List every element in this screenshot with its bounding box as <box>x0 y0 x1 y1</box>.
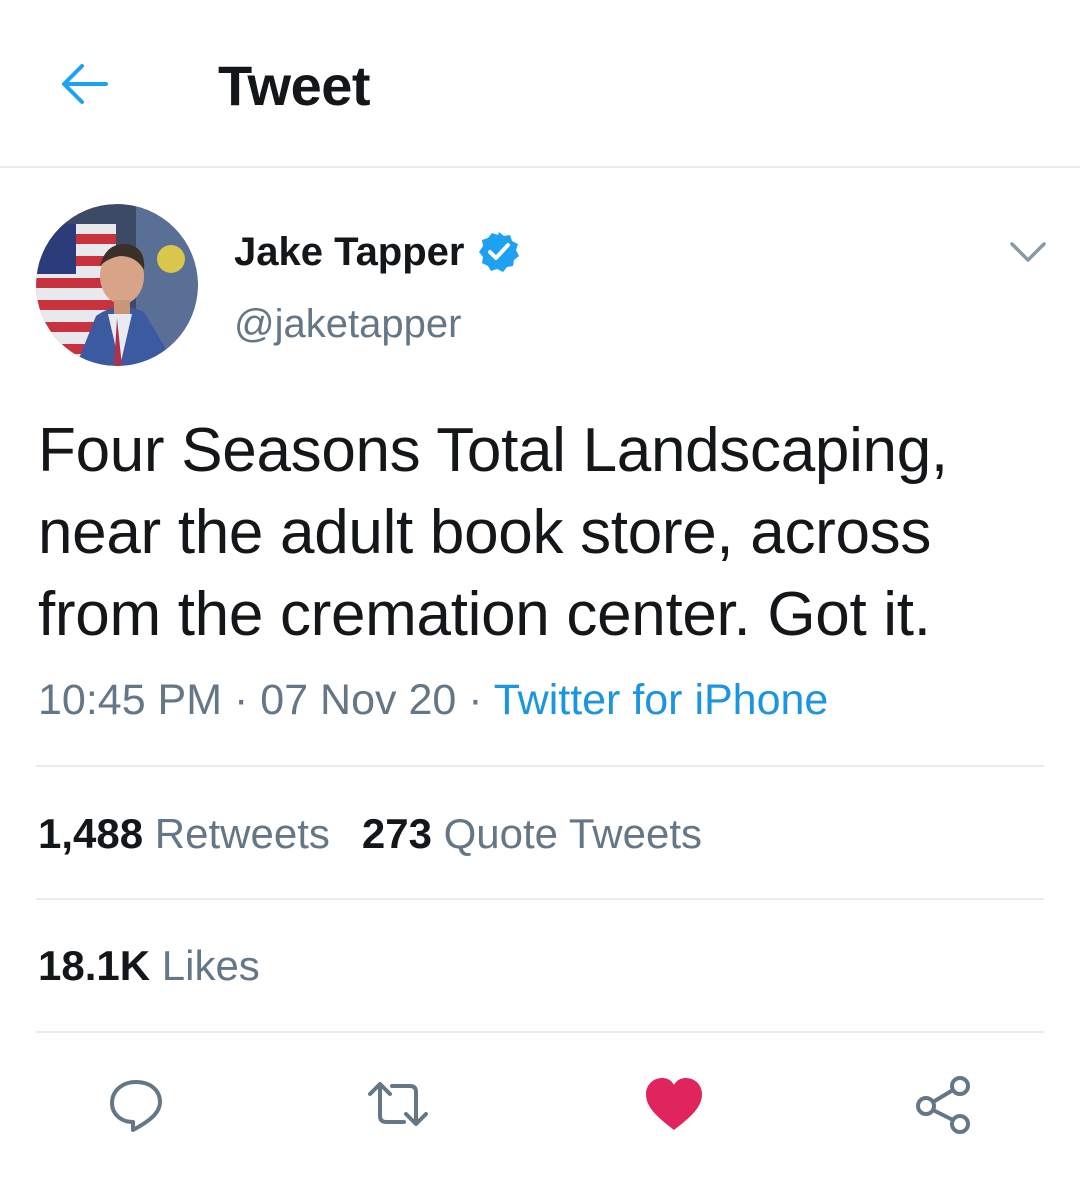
author-name: Jake Tapper <box>234 230 465 274</box>
meta-separator: · <box>456 676 494 724</box>
author-name-row[interactable]: Jake Tapper <box>234 224 521 280</box>
reply-icon <box>110 1080 162 1132</box>
tweet-time: 10:45 PM <box>38 676 223 724</box>
share-icon <box>916 1076 970 1134</box>
meta-separator: · <box>222 676 261 724</box>
retweets-label: Retweets <box>154 810 330 857</box>
like-heart-icon <box>646 1078 702 1130</box>
arrow-left-icon <box>62 64 108 104</box>
retweet-icon <box>368 1082 428 1126</box>
share-button[interactable] <box>912 1072 976 1136</box>
quote-tweets-count: 273 <box>361 810 432 857</box>
engagement-stats: 1,488 Retweets 273 Quote Tweets <box>38 806 734 862</box>
tweet-detail-screen: Tweet Jake Tapper @jaketapper Four Seaso… <box>0 0 1080 1185</box>
top-app-bar: Tweet <box>0 0 1080 168</box>
divider <box>36 1031 1044 1033</box>
tweet-source-link[interactable]: Twitter for iPhone <box>494 676 829 724</box>
back-button[interactable] <box>52 52 116 116</box>
tweet-meta: 10:45 PM · 07 Nov 20 · Twitter for iPhon… <box>38 672 828 728</box>
page-title: Tweet <box>218 54 371 117</box>
likes-count: 18.1K <box>38 942 151 989</box>
quote-tweets-stat[interactable]: 273 Quote Tweets <box>362 810 702 857</box>
reply-button[interactable] <box>104 1072 168 1136</box>
verified-badge-icon <box>478 232 519 272</box>
more-options-button[interactable] <box>1004 228 1052 276</box>
avatar-image <box>36 204 198 366</box>
tweet-text: Four Seasons Total Landscaping, near the… <box>38 416 948 649</box>
retweets-stat[interactable]: 1,488 Retweets <box>38 810 330 857</box>
divider <box>36 898 1044 900</box>
likes-stat[interactable]: 18.1K Likes <box>38 938 260 994</box>
like-button[interactable] <box>642 1072 706 1136</box>
divider <box>36 765 1044 767</box>
likes-label: Likes <box>161 942 260 989</box>
author-handle[interactable]: @jaketapper <box>234 298 461 350</box>
retweets-count: 1,488 <box>38 810 144 857</box>
chevron-down-icon <box>1010 242 1046 262</box>
quote-tweets-label: Quote Tweets <box>443 810 702 857</box>
avatar[interactable] <box>36 204 198 366</box>
tweet-date: 07 Nov 20 <box>260 676 457 724</box>
retweet-button[interactable] <box>366 1072 430 1136</box>
